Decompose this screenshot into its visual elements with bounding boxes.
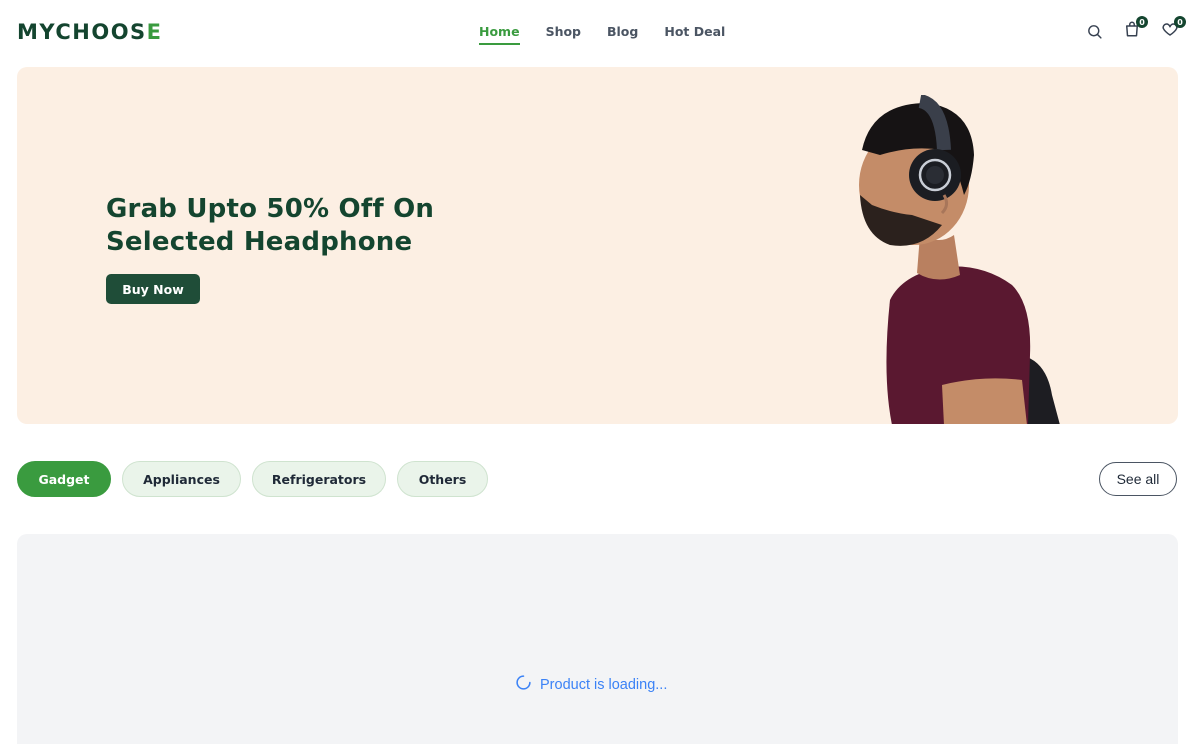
nav-hot-deal[interactable]: Hot Deal [664, 24, 725, 45]
man-with-headphones-image [859, 95, 1060, 424]
cart-count-badge: 0 [1136, 16, 1148, 28]
cart-button[interactable]: 0 [1122, 16, 1148, 42]
logo-text: MYCHOOS [17, 20, 147, 44]
see-all-button[interactable]: See all [1099, 462, 1177, 496]
hero-title-line2: Selected Headphone [106, 227, 413, 257]
tab-gadget[interactable]: Gadget [17, 461, 111, 497]
wishlist-count-badge: 0 [1174, 16, 1186, 28]
nav-shop[interactable]: Shop [546, 24, 581, 45]
site-logo[interactable]: MYCHOOSE [17, 20, 163, 44]
logo-accent-letter: E [146, 20, 163, 44]
tab-others[interactable]: Others [397, 461, 488, 497]
loading-text: Product is loading... [540, 676, 668, 693]
search-icon[interactable] [1084, 20, 1104, 42]
nav-home[interactable]: Home [479, 24, 520, 45]
tab-appliances[interactable]: Appliances [122, 461, 241, 497]
category-tabs: Gadget Appliances Refrigerators Others [17, 461, 488, 497]
wishlist-button[interactable]: 0 [1160, 16, 1186, 42]
tab-refrigerators[interactable]: Refrigerators [252, 461, 386, 497]
hero-title-line1: Grab Upto 50% Off On [106, 194, 435, 224]
product-grid: Product is loading... [17, 534, 1178, 744]
spinner-icon [515, 674, 532, 695]
hero-title: Grab Upto 50% Off On Selected Headphone [106, 193, 526, 259]
nav-blog[interactable]: Blog [607, 24, 638, 45]
buy-now-button[interactable]: Buy Now [106, 274, 200, 304]
header-actions: 0 0 [1084, 16, 1186, 42]
main-nav: Home Shop Blog Hot Deal [479, 24, 725, 45]
loading-indicator: Product is loading... [515, 674, 667, 695]
hero-banner: Grab Upto 50% Off On Selected Headphone … [17, 67, 1178, 424]
site-header: MYCHOOSE Home Shop Blog Hot Deal 0 0 [0, 0, 1194, 66]
